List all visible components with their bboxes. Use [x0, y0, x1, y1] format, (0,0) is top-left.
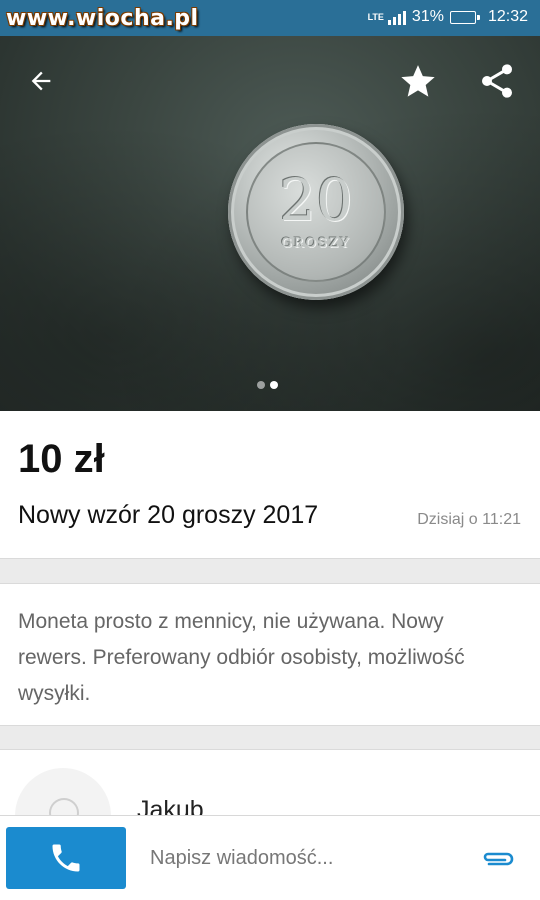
phone-icon [52, 844, 80, 872]
pager-dot[interactable] [257, 381, 265, 389]
battery-percent: 31% [411, 8, 444, 25]
message-input[interactable] [140, 838, 440, 878]
signal-icon [387, 9, 406, 25]
star-icon [401, 65, 435, 97]
share-button[interactable] [472, 56, 522, 106]
listing-description: Moneta prosto z mennicy, nie używana. No… [18, 610, 465, 705]
coin-text: GROSZY [281, 236, 351, 251]
network-type: LTE [367, 11, 384, 22]
listing-title: Nowy wzór 20 groszy 2017 [18, 501, 319, 529]
status-bar: www.wiocha.pl LTE 31% 12:32 [0, 0, 540, 36]
listing-date: Dzisiaj o 11:21 [417, 511, 521, 528]
description-card: Moneta prosto z mennicy, nie używana. No… [0, 583, 540, 726]
coin-value: 20 [279, 166, 353, 234]
status-indicators: LTE 31% 12:32 [368, 8, 528, 26]
favorite-button[interactable] [393, 56, 443, 106]
listing-price: 10 zł [18, 437, 105, 481]
battery-icon [449, 10, 480, 24]
share-icon [482, 64, 512, 98]
listing-header-card: 10 zł Nowy wzór 20 groszy 2017 Dzisiaj o… [0, 411, 540, 559]
clock: 12:32 [487, 8, 528, 25]
watermark: www.wiocha.pl [6, 6, 199, 31]
gallery-pager [257, 381, 278, 389]
paperclip-icon [483, 852, 514, 866]
coin-face: 20 GROSZY [246, 142, 386, 282]
pager-dot-active[interactable] [270, 381, 278, 389]
arrow-left-icon [31, 71, 51, 91]
listing-photo[interactable]: 20 GROSZY [0, 36, 540, 411]
bottom-action-bar [0, 815, 540, 900]
coin-image: 20 GROSZY [228, 124, 404, 300]
call-button[interactable] [6, 827, 126, 889]
back-button[interactable] [16, 56, 66, 106]
attach-button[interactable] [478, 842, 518, 876]
